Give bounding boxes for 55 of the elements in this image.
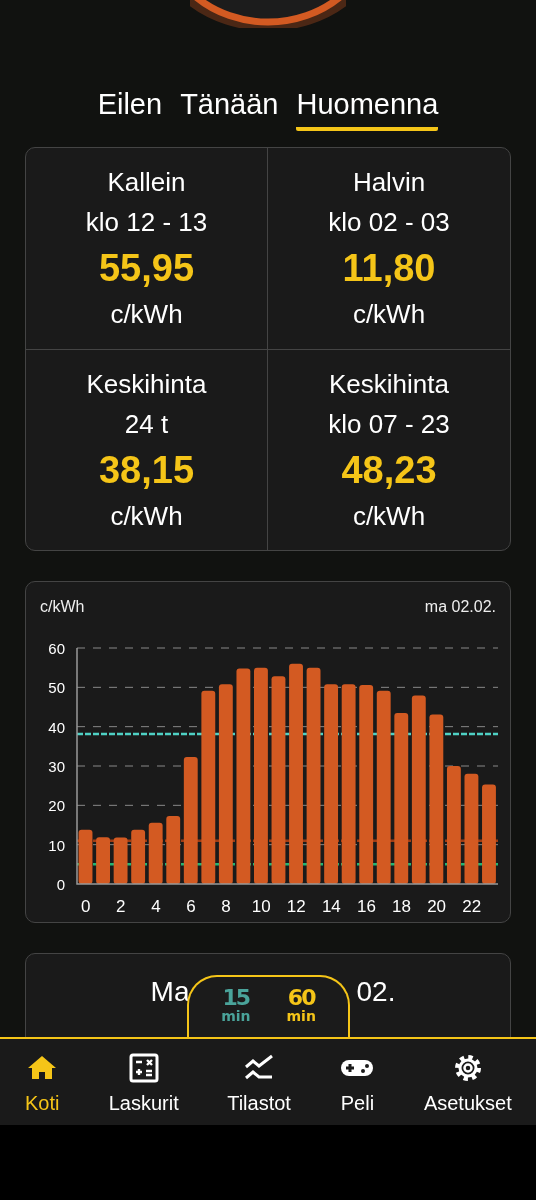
price-bar [148,822,163,884]
x-tick-label: 14 [321,897,341,916]
price-value: 11,80 [342,246,436,292]
stat-title: Kallein [107,166,186,200]
nav-tab[interactable]: Asetukset [423,1049,512,1115]
nav-tab[interactable]: Koti [24,1049,61,1115]
y-tick-label: 20 [48,797,65,815]
interval-option[interactable]: 15 min [221,987,251,1037]
price-value: 48,23 [341,447,437,493]
price-bar [166,815,181,884]
stat-period: klo 02 - 03 [328,206,450,240]
nav-tab[interactable]: Peli [339,1049,376,1115]
x-tick-label: 22 [462,897,482,916]
price-unit: c/kWh [110,499,183,533]
price-bar [131,829,146,884]
stat-title: Halvin [352,166,426,200]
stat-period: klo 12 - 13 [85,206,208,240]
price-unit: c/kWh [352,499,426,533]
x-tick-label: 4 [151,897,161,916]
price-value: 55,95 [98,246,195,292]
x-tick-label: 10 [251,897,271,916]
day-tab[interactable]: Eilen [97,88,163,131]
x-tick-label: 20 [427,897,447,916]
unit-label: c/kWh [40,598,85,617]
day-title-fragment: 02. [356,976,396,1008]
y-tick-label: 50 [48,679,65,697]
day-tab[interactable]: Tänään [180,88,279,131]
x-tick-label: 8 [221,897,231,916]
stat-period: 24 t [124,407,169,441]
x-tick-label: 18 [392,897,411,916]
stat-period: klo 07 - 23 [328,407,450,441]
interval-option[interactable]: 60 min [286,987,316,1037]
price-bar [78,829,93,884]
x-tick-label: 6 [186,897,196,916]
x-tick-label: 2 [116,897,126,916]
stat-title: Keskihinta [86,367,207,401]
price-bar [113,837,128,884]
x-tick-label: 0 [81,897,91,916]
day-title-fragment: Ma [150,976,190,1008]
nav-tab[interactable]: Tilastot [227,1049,291,1115]
x-tick-label: 12 [286,897,306,916]
price-value: 38,15 [98,447,195,493]
y-tick-label: 0 [56,876,65,893]
x-tick-label: 16 [357,897,376,916]
nav-tab[interactable]: Laskurit [108,1049,179,1115]
y-tick-label: 30 [48,758,65,775]
day-tab[interactable]: Huomenna [296,88,439,131]
y-tick-label: 10 [48,836,65,854]
chart-date: ma 02.02. [424,598,496,617]
price-bar [96,837,110,884]
y-tick-label: 60 [48,640,65,657]
price-unit: c/kWh [110,298,183,332]
y-tick-label: 40 [48,718,65,736]
price-unit: c/kWh [352,298,426,332]
stat-title: Keskihinta [329,367,449,401]
